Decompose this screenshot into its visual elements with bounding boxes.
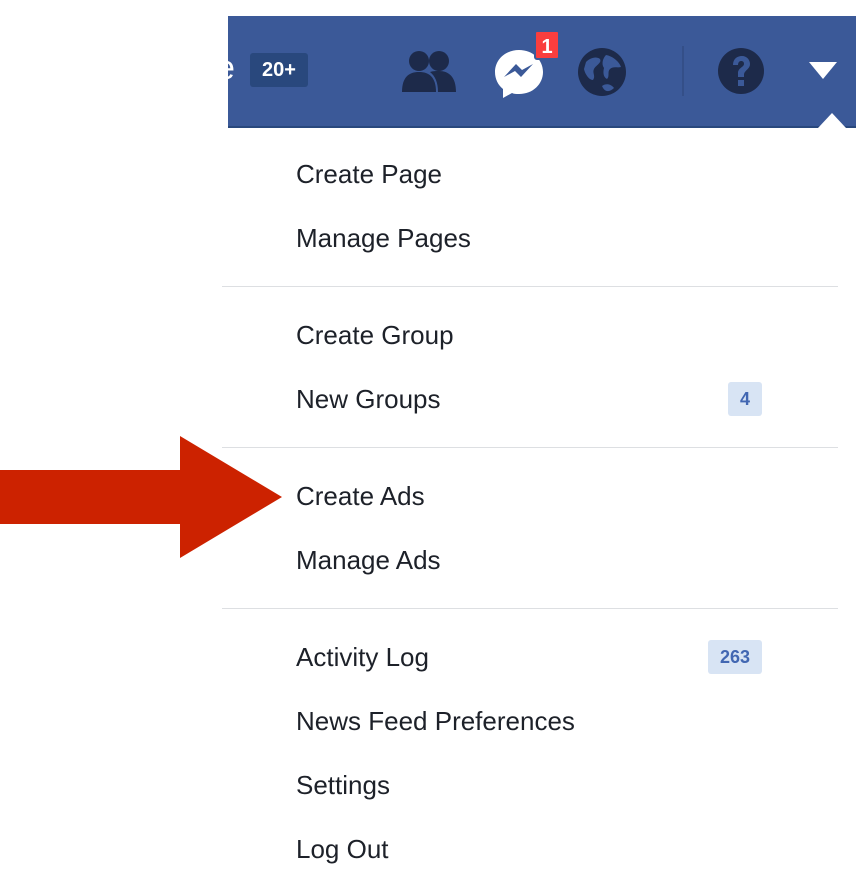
menu-item-label: Manage Ads — [296, 545, 441, 575]
menu-item-label: Manage Pages — [296, 223, 471, 253]
menu-divider — [222, 286, 838, 287]
caret-down-icon[interactable] — [808, 59, 838, 81]
menu-item-label: Create Ads — [296, 481, 425, 511]
menu-item-label: Log Out — [296, 834, 389, 864]
new-groups-count-badge: 4 — [727, 382, 762, 416]
menu-divider — [222, 447, 838, 448]
menu-item-manage-ads[interactable]: Manage Ads — [222, 528, 838, 592]
friends-icon[interactable] — [400, 50, 458, 94]
home-count-badge[interactable]: 20+ — [250, 53, 308, 87]
account-dropdown-menu: Create Page Manage Pages Create Group Ne… — [222, 128, 838, 872]
menu-item-label: Create Page — [296, 159, 442, 189]
activity-log-count-badge: 263 — [707, 640, 762, 674]
red-arrow-annotation — [0, 436, 282, 558]
navbar-divider — [682, 46, 684, 96]
truncated-nav-text: e — [228, 48, 238, 88]
menu-item-label: Settings — [296, 770, 390, 800]
menu-item-activity-log[interactable]: Activity Log 263 — [222, 625, 838, 689]
menu-item-create-group[interactable]: Create Group — [222, 303, 838, 367]
menu-item-news-feed-preferences[interactable]: News Feed Preferences — [222, 689, 838, 753]
screenshot: e 20+ 1 — [0, 0, 856, 872]
menu-item-label: Create Group — [296, 320, 454, 350]
messenger-notification-badge: 1 — [534, 30, 560, 60]
menu-item-settings[interactable]: Settings — [222, 753, 838, 817]
menu-item-log-out[interactable]: Log Out — [222, 817, 838, 872]
top-navbar: e 20+ 1 — [228, 16, 856, 128]
menu-item-label: Activity Log — [296, 642, 429, 672]
globe-icon[interactable] — [576, 46, 628, 98]
menu-item-label: News Feed Preferences — [296, 706, 575, 736]
menu-item-manage-pages[interactable]: Manage Pages — [222, 206, 838, 270]
menu-item-label: New Groups — [296, 384, 441, 414]
dropdown-pointer — [818, 113, 846, 128]
menu-divider — [222, 608, 838, 609]
menu-item-new-groups[interactable]: New Groups 4 — [222, 367, 838, 431]
help-icon[interactable] — [716, 46, 766, 96]
menu-item-create-ads[interactable]: Create Ads — [222, 464, 838, 528]
menu-item-create-page[interactable]: Create Page — [222, 142, 838, 206]
